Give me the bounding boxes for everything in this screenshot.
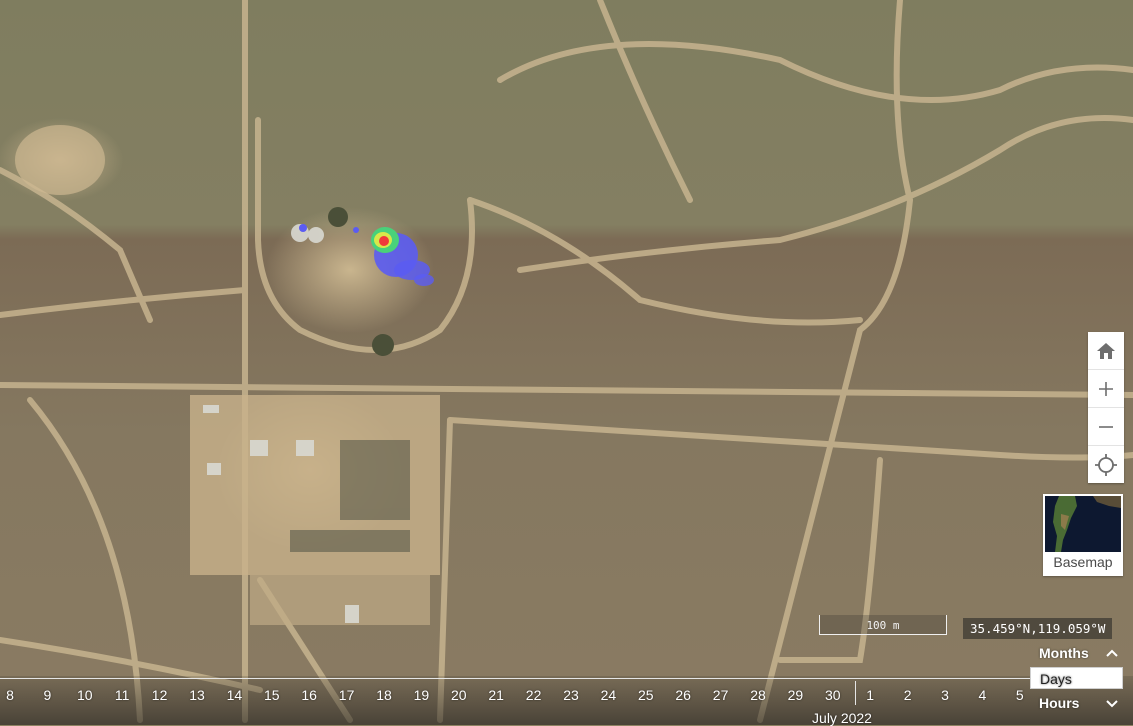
timeline-day-tick[interactable]: 18 xyxy=(376,687,392,703)
timeline-day-tick[interactable]: 9 xyxy=(43,687,51,703)
home-button[interactable] xyxy=(1088,332,1124,370)
month-label: July 2022 xyxy=(812,710,872,726)
home-icon xyxy=(1097,342,1115,359)
timeline-day-tick[interactable]: 8 xyxy=(6,687,14,703)
timeline-day-tick[interactable]: 1 xyxy=(866,687,874,703)
timeline-day-tick[interactable]: 4 xyxy=(978,687,986,703)
timeline-axis xyxy=(0,678,1030,679)
timeline-day-tick[interactable]: 26 xyxy=(675,687,691,703)
timeline-day-tick[interactable]: 3 xyxy=(941,687,949,703)
basemap-label: Basemap xyxy=(1053,554,1113,570)
zoom-in-button[interactable] xyxy=(1088,370,1124,408)
basemap-toggle[interactable]: Basemap xyxy=(1043,494,1123,576)
timeline-day-tick[interactable]: 10 xyxy=(77,687,93,703)
scale-bar: 100 m xyxy=(819,615,947,635)
timeline[interactable]: 8 9 10 11 12 13 14 15 16 17 18 19 20 21 22 23 24 25 26 27 28… xyxy=(0,676,1133,726)
timeline-day-tick[interactable]: 5 xyxy=(1016,687,1024,703)
timeline-day-tick[interactable]: 14 xyxy=(227,687,243,703)
timeline-day-tick[interactable]: 27 xyxy=(713,687,729,703)
timeline-day-tick[interactable]: 16 xyxy=(301,687,317,703)
zoom-hours-label: Hours xyxy=(1039,695,1080,711)
timeline-day-tick[interactable]: 2 xyxy=(904,687,912,703)
zoom-out-button[interactable] xyxy=(1088,408,1124,446)
timeline-day-tick[interactable]: 13 xyxy=(189,687,205,703)
timeline-day-tick[interactable]: 22 xyxy=(526,687,542,703)
timeline-day-tick[interactable]: 20 xyxy=(451,687,467,703)
minus-icon xyxy=(1099,425,1113,428)
timeline-day-tick[interactable]: 24 xyxy=(601,687,617,703)
timeline-day-tick[interactable]: 23 xyxy=(563,687,579,703)
timeline-day-tick[interactable]: 17 xyxy=(339,687,355,703)
chevron-up-icon xyxy=(1105,642,1119,669)
chevron-down-icon xyxy=(1105,692,1119,719)
satellite-map[interactable] xyxy=(0,0,1133,725)
timeline-day-tick[interactable]: 15 xyxy=(264,687,280,703)
crosshair-icon xyxy=(1095,453,1117,476)
timeline-day-tick[interactable]: 25 xyxy=(638,687,654,703)
timeline-day-tick[interactable]: 30 xyxy=(825,687,841,703)
locate-button[interactable] xyxy=(1088,446,1124,483)
zoom-months-option[interactable]: Months xyxy=(1030,642,1123,664)
zoom-hours-option[interactable]: Hours xyxy=(1030,692,1123,714)
timeline-day-tick[interactable]: 19 xyxy=(414,687,430,703)
methane-plume xyxy=(299,224,434,286)
coordinates-readout: 35.459°N,119.059°W xyxy=(963,618,1113,639)
zoom-days-option[interactable]: Days xyxy=(1030,667,1123,689)
zoom-months-label: Months xyxy=(1039,645,1089,661)
timeline-day-tick[interactable]: 28 xyxy=(750,687,766,703)
timeline-day-tick[interactable]: 29 xyxy=(788,687,804,703)
timeline-day-tick[interactable]: 21 xyxy=(488,687,504,703)
map-controls xyxy=(1088,332,1124,483)
zoom-days-label: Days xyxy=(1040,671,1072,687)
timeline-day-tick[interactable]: 11 xyxy=(115,687,130,703)
basemap-thumbnail xyxy=(1045,496,1121,552)
month-divider xyxy=(855,681,856,705)
timeline-day-tick[interactable]: 12 xyxy=(152,687,168,703)
plus-icon xyxy=(1099,381,1113,396)
